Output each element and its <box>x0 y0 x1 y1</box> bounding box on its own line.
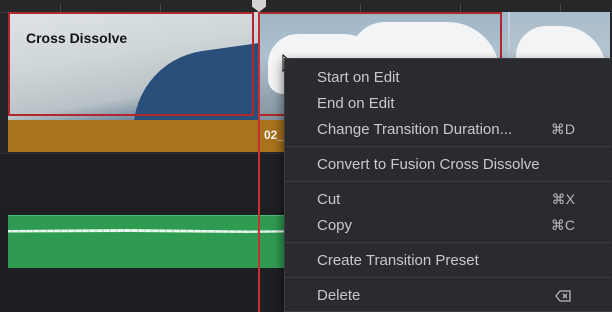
cross-dissolve-transition[interactable] <box>8 12 254 116</box>
delete-key-icon <box>555 290 571 302</box>
shortcut-label: ⌘X <box>551 191 575 207</box>
menu-item-label: Create Transition Preset <box>317 252 479 269</box>
menu-item-change-transition-duration[interactable]: Change Transition Duration... ⌘D <box>285 116 611 142</box>
menu-item-delete[interactable]: Delete <box>285 282 611 308</box>
context-menu: Start on Edit End on Edit Change Transit… <box>284 58 612 312</box>
menu-item-label: Convert to Fusion Cross Dissolve <box>317 156 540 173</box>
menu-separator <box>285 242 611 243</box>
menu-item-label: Start on Edit <box>317 69 400 86</box>
shortcut-label: ⌘C <box>550 217 575 233</box>
menu-item-create-transition-preset[interactable]: Create Transition Preset <box>285 247 611 273</box>
shortcut-label: ⌘D <box>550 121 575 137</box>
transition-label: Cross Dissolve <box>26 30 128 46</box>
menu-item-label: End on Edit <box>317 95 395 112</box>
ruler-tick <box>460 4 461 12</box>
menu-item-label: Copy <box>317 217 353 234</box>
menu-separator <box>285 277 611 278</box>
menu-item-label: Delete <box>317 287 361 304</box>
playhead-line[interactable] <box>258 0 260 312</box>
menu-item-convert-to-fusion[interactable]: Convert to Fusion Cross Dissolve <box>285 151 611 177</box>
menu-item-copy[interactable]: Copy ⌘C <box>285 212 611 238</box>
menu-item-start-on-edit[interactable]: Start on Edit <box>285 64 611 90</box>
ruler-tick <box>60 4 61 12</box>
menu-item-end-on-edit[interactable]: End on Edit <box>285 90 611 116</box>
ruler-tick <box>360 4 361 12</box>
menu-item-cut[interactable]: Cut ⌘X <box>285 186 611 212</box>
menu-item-label: Cut <box>317 191 341 208</box>
menu-separator <box>285 146 611 147</box>
menu-item-label: Change Transition Duration... <box>317 121 513 138</box>
clip-name: 02_ <box>264 128 285 142</box>
menu-separator <box>285 181 611 182</box>
ruler-tick <box>160 4 161 12</box>
ruler-tick <box>560 4 561 12</box>
